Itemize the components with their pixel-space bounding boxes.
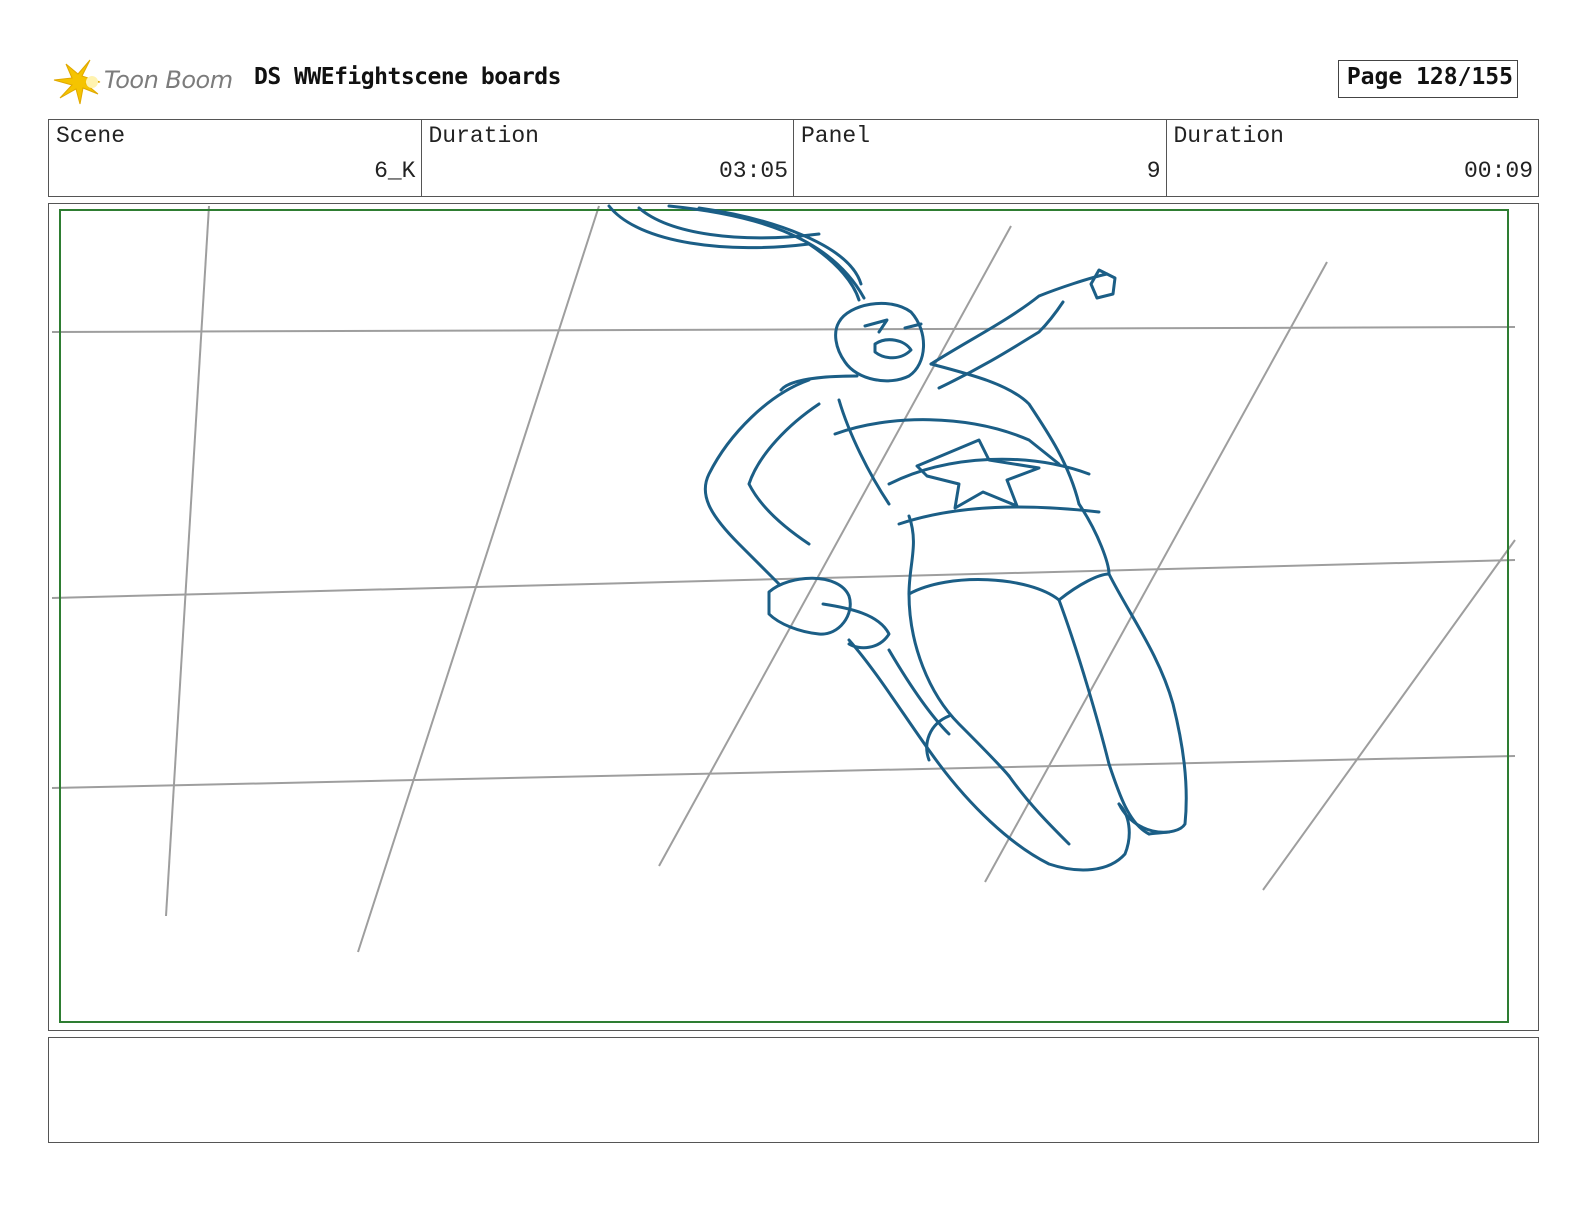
info-row: Scene 6_K Duration 03:05 Panel 9 Duratio… [48, 119, 1539, 197]
toon-boom-logo: Toon Boom [52, 58, 242, 106]
scene-value: 6_K [374, 158, 416, 184]
page-indicator: Page 128/155 [1338, 60, 1518, 98]
panel-duration-value: 00:09 [1463, 158, 1533, 184]
document-title: DS WWEfightscene boards [254, 64, 562, 90]
panel-value: 9 [1146, 158, 1161, 184]
logo-text: Toon Boom [104, 66, 233, 94]
scene-duration-value: 03:05 [718, 158, 788, 184]
sketch-drawing [51, 204, 1516, 1023]
perspective-grid [51, 205, 1516, 953]
scene-duration-cell: Duration 03:05 [422, 120, 794, 196]
scene-duration-label: Duration [428, 123, 539, 149]
panel-duration-cell: Duration 00:09 [1167, 120, 1539, 196]
page-number: Page 128/155 [1346, 64, 1513, 90]
starburst-icon [53, 59, 101, 105]
panel-cell: Panel 9 [794, 120, 1167, 196]
scene-label: Scene [56, 123, 126, 149]
storyboard-panel [48, 203, 1539, 1031]
panel-label: Panel [801, 123, 871, 149]
notes-box [48, 1037, 1539, 1143]
header: Toon Boom DS WWEfightscene boards Page 1… [48, 56, 1540, 106]
scene-cell: Scene 6_K [49, 120, 422, 196]
panel-duration-label: Duration [1173, 123, 1284, 149]
